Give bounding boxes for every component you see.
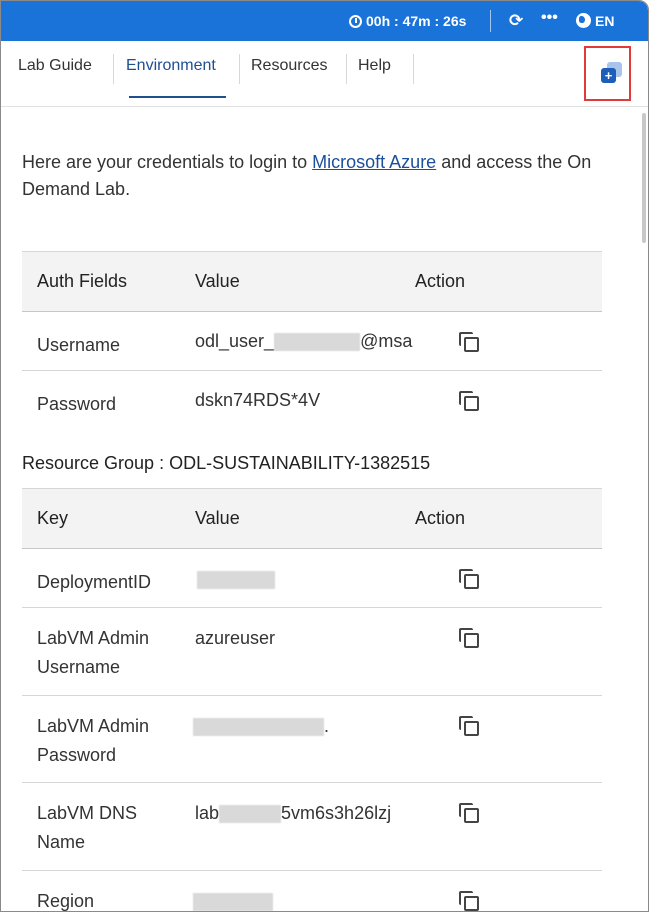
tab-divider (413, 54, 414, 84)
split-window-icon[interactable]: + (601, 62, 623, 84)
dns-name-value[interactable]: lab 5vm6s3h26lzj (195, 782, 415, 871)
copy-icon[interactable] (459, 332, 479, 352)
column-header: Value (195, 251, 415, 312)
scrollbar[interactable] (641, 107, 648, 911)
username-value[interactable]: odl_user_ @msa (195, 311, 415, 371)
more-icon[interactable]: ••• (541, 9, 558, 27)
tab-environment[interactable]: Environment (126, 57, 216, 75)
copy-icon[interactable] (459, 628, 479, 648)
tab-resources[interactable]: Resources (251, 57, 327, 75)
column-header: Key (22, 488, 195, 549)
region-label: Region (37, 891, 95, 911)
redacted-value (193, 718, 324, 737)
redacted-value (219, 805, 282, 824)
intro-text: Here are your credentials to login to (22, 152, 313, 172)
language-selector[interactable]: EN (595, 13, 614, 29)
scrollbar-thumb[interactable] (642, 113, 646, 243)
copy-icon[interactable] (459, 716, 479, 736)
timer-text: 00h : 47m : 26s (366, 13, 467, 29)
lab-panel: 00h : 47m : 26s ⟳ ••• EN Lab Guide Envir… (0, 0, 649, 912)
globe-icon[interactable] (576, 13, 591, 28)
deployment-id-label: DeploymentID (37, 572, 152, 592)
table-row: LabVM Admin Username azureuser (22, 607, 602, 696)
tab-bar: Lab Guide Environment Resources Help + (1, 41, 648, 107)
copy-icon[interactable] (459, 569, 479, 589)
lab-timer: 00h : 47m : 26s (349, 13, 466, 29)
resource-group-title: Resource Group : ODL-SUSTAINABILITY-1382… (22, 453, 431, 473)
table-row: LabVM Admin Password . (22, 695, 602, 783)
redacted-value (274, 333, 361, 352)
split-window-highlight: + (584, 46, 631, 101)
deployment-id-value[interactable] (197, 571, 275, 590)
top-bar: 00h : 47m : 26s ⟳ ••• EN (1, 1, 648, 41)
column-header: Action (415, 251, 602, 312)
admin-password-label: LabVM Admin Password (37, 716, 150, 765)
tab-divider (113, 54, 114, 84)
column-header: Value (195, 488, 415, 549)
table-row: DeploymentID (22, 548, 602, 608)
active-tab-indicator (129, 96, 226, 98)
credentials-intro: Here are your credentials to login to Mi… (22, 149, 612, 203)
table-header-row: Key Value Action (22, 488, 602, 549)
column-header: Auth Fields (22, 251, 195, 312)
admin-username-value[interactable]: azureuser (195, 628, 275, 648)
table-row: Username odl_user_ @msa (22, 311, 602, 371)
topbar-divider (490, 10, 491, 32)
tab-divider (346, 54, 347, 84)
copy-icon[interactable] (459, 803, 479, 823)
region-value[interactable] (193, 893, 273, 911)
tab-help[interactable]: Help (358, 57, 391, 75)
password-label: Password (37, 394, 117, 414)
microsoft-azure-link[interactable]: Microsoft Azure (312, 152, 436, 172)
dns-name-label: LabVM DNS Name (37, 803, 138, 852)
password-value[interactable]: dskn74RDS*4V (195, 390, 320, 410)
table-row: LabVM DNS Name lab 5vm6s3h26lzj (22, 782, 602, 871)
username-label: Username (37, 335, 121, 355)
resource-group-table: Key Value Action DeploymentID LabVM Admi… (22, 488, 602, 911)
table-row: Password dskn74RDS*4V (22, 370, 602, 430)
admin-password-value[interactable]: . (193, 695, 415, 783)
admin-username-label: LabVM Admin Username (37, 628, 150, 677)
column-header: Action (415, 488, 602, 549)
tab-divider (239, 54, 240, 84)
table-row: Region (22, 870, 602, 911)
credentials-table: Auth Fields Value Action Username odl_us… (22, 251, 602, 430)
copy-icon[interactable] (459, 391, 479, 411)
copy-icon[interactable] (459, 891, 479, 911)
table-header-row: Auth Fields Value Action (22, 251, 602, 312)
refresh-icon[interactable]: ⟳ (509, 12, 523, 29)
clock-icon (349, 14, 362, 28)
tab-lab-guide[interactable]: Lab Guide (18, 57, 92, 75)
